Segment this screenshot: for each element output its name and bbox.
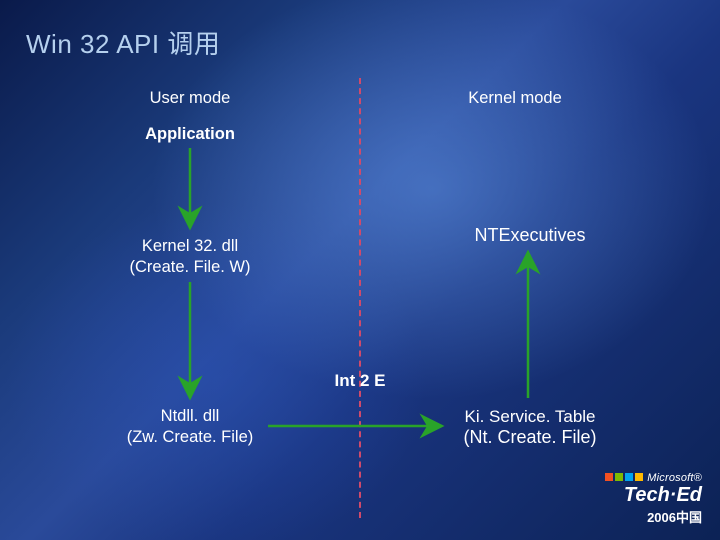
logo-brand: Microsoft <box>647 472 693 484</box>
ms-logo-square <box>625 473 633 481</box>
page-title: Win 32 API 调用 <box>26 24 220 61</box>
node-ntdll: Ntdll. dll (Zw. Create. File) <box>100 406 280 447</box>
mode-divider <box>359 78 361 518</box>
node-kiservice-l2: (Nt. Create. File) <box>430 426 630 449</box>
logo-brand-row: Microsoft® <box>604 472 702 484</box>
label-kernel-mode: Kernel mode <box>435 88 595 109</box>
ms-logo-square <box>615 473 623 481</box>
ms-logo-square <box>605 473 613 481</box>
teched-logo: Microsoft® Tech·Ed 2006中国 <box>604 472 702 526</box>
ms-logo-square <box>635 473 643 481</box>
node-ntexecutives: NTExecutives <box>440 224 620 247</box>
node-application: Application <box>110 124 270 145</box>
label-int2e: Int 2 E <box>320 370 400 391</box>
node-kernel32: Kernel 32. dll (Create. File. W) <box>100 236 280 277</box>
node-kiservice-l1: Ki. Service. Table <box>430 406 630 427</box>
label-user-mode: User mode <box>120 88 260 109</box>
logo-sub: 2006中国 <box>647 510 702 525</box>
logo-product: Tech·Ed <box>604 484 702 507</box>
